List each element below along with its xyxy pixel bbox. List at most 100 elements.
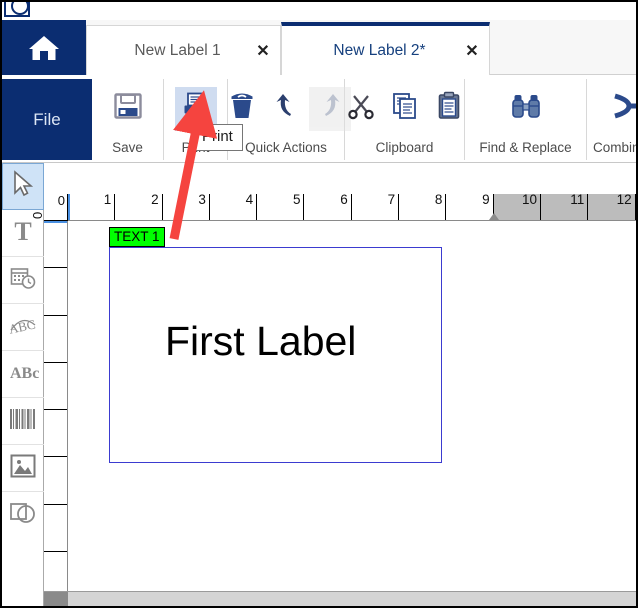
image-tool[interactable] [2, 445, 44, 492]
ribbon-group-label: Save [112, 140, 143, 155]
copy-button[interactable] [384, 87, 426, 131]
ruler-tick-h: 4 [210, 194, 258, 220]
application-window: New Label 1 ✕ New Label 2* ✕ File Save Q… [0, 0, 638, 608]
image-tool-icon [9, 453, 37, 484]
ruler-tick-v: 3 [44, 316, 67, 363]
svg-text:ABC: ABC [8, 316, 37, 336]
find-replace-button[interactable] [505, 87, 547, 131]
ruler-tick-h: 1 [68, 194, 116, 220]
ruler-tick-v: 5 [44, 410, 67, 458]
combine-button[interactable] [607, 87, 636, 131]
ruler-margin-marker[interactable] [488, 213, 499, 220]
cut-button[interactable] [340, 87, 382, 131]
paste-clipboard-icon [436, 91, 462, 126]
ruler-tick-label: 7 [387, 194, 396, 207]
ruler-tick-label: 2 [151, 194, 159, 207]
ruler-tick-v: 1 [44, 221, 67, 269]
ruler-tick-label: 6 [340, 194, 348, 207]
ruler-tick-h: 10 [493, 194, 541, 220]
ruler-origin-corner: 0 0 [30, 193, 68, 221]
ruler-tick-label: 9 [482, 194, 490, 207]
ribbon-group-label: Quick Actions [245, 140, 327, 155]
ruler-tick-h: 8 [399, 194, 447, 220]
ruler-tick-label: 4 [245, 194, 254, 207]
ruler-tick-label: 5 [292, 194, 301, 207]
text-effects-tool[interactable]: ABc [2, 351, 44, 398]
copy-documents-icon [391, 91, 419, 126]
paste-button[interactable] [428, 87, 470, 131]
ribbon-group-find-replace: Find & Replace [465, 79, 587, 160]
ruler-tick-label: 1 [44, 258, 46, 266]
ruler-tick-h: 11 [541, 194, 589, 220]
ruler-tick-label: 11 [570, 194, 585, 207]
barcode-tool[interactable] [2, 398, 44, 445]
close-icon[interactable]: ✕ [455, 41, 489, 61]
horizontal-ruler[interactable]: 1 2 3 4 5 6 7 8 9 10 11 12 [68, 194, 636, 221]
ribbon-group-label: Clipboard [375, 140, 434, 155]
curved-text-tool[interactable]: ABC [2, 304, 44, 351]
ruler-tick-h: 2 [115, 194, 163, 220]
cut-scissors-icon [347, 92, 375, 125]
text-tool-icon: T [10, 217, 36, 250]
svg-text:ABc: ABc [10, 365, 39, 382]
ruler-tick-v: 8 [44, 552, 67, 591]
label-object[interactable]: First Label [109, 247, 442, 463]
ruler-tick-label: 10 [521, 194, 537, 207]
undo-arrow-icon [273, 91, 299, 126]
shapes-tool[interactable] [2, 492, 44, 539]
print-printer-icon [181, 91, 211, 126]
ruler-tick-label: 3 [198, 194, 206, 207]
ruler-tick-label: 3 [44, 352, 46, 360]
ruler-cursor-v [44, 221, 67, 223]
ruler-cursor-h [68, 194, 70, 220]
datetime-tool[interactable] [2, 257, 44, 304]
ruler-tick-label: 6 [44, 494, 46, 502]
vertical-ruler[interactable]: 1 2 3 4 5 6 7 8 [44, 221, 68, 591]
ruler-tick-v: 4 [44, 363, 67, 411]
tab-new-label-2[interactable]: New Label 2* ✕ [281, 22, 490, 75]
file-menu-button[interactable]: File [2, 79, 92, 160]
left-tool-rail: T ABC ABc [2, 163, 44, 606]
ruler-tick-v: 2 [44, 268, 67, 316]
combine-merge-icon [611, 92, 636, 125]
ribbon-group-save: Save [92, 79, 164, 160]
tab-new-label-1[interactable]: New Label 1 ✕ [86, 25, 281, 75]
select-cursor-tool[interactable] [2, 163, 44, 210]
ruler-tick-h: 6 [305, 194, 352, 220]
curved-text-tool-icon: ABC [7, 311, 38, 344]
ruler-tick-h: 3 [163, 194, 210, 220]
datetime-tool-icon [9, 264, 37, 297]
ruler-tick-h: 12 [588, 194, 636, 220]
delete-trash-icon [228, 91, 256, 126]
ruler-origin-v-label: 0 [30, 211, 45, 219]
label-text[interactable]: First Label [165, 318, 356, 365]
ruler-tick-h: 9 [446, 194, 494, 220]
design-canvas[interactable]: First Label TEXT 1 [68, 221, 636, 591]
ribbon-group-clipboard: Clipboard [345, 79, 465, 160]
horizontal-scroll-thumb[interactable] [44, 592, 68, 606]
ruler-tick-label: 1 [103, 194, 112, 207]
object-tag-text-1[interactable]: TEXT 1 [109, 227, 165, 247]
ruler-tick-label: 8 [434, 194, 443, 207]
home-icon [27, 33, 61, 63]
select-cursor-icon [11, 170, 35, 203]
ruler-tick-label: 7 [44, 542, 46, 550]
ruler-tick-v: 6 [44, 458, 67, 505]
barcode-tool-icon [8, 406, 38, 437]
text-effects-tool-icon: ABc [7, 359, 39, 390]
ruler-tick-label: 12 [616, 194, 632, 207]
ruler-tick-v: 7 [44, 505, 67, 553]
ruler-tick-h: 5 [257, 194, 305, 220]
ruler-tick-h: 7 [352, 194, 400, 220]
horizontal-scrollbar[interactable] [44, 591, 636, 606]
tab-label: New Label 1 [134, 41, 221, 59]
close-icon[interactable]: ✕ [246, 41, 280, 61]
ruler-tick-label: 2 [44, 305, 46, 313]
home-button[interactable] [2, 20, 86, 75]
shapes-tool-icon [8, 499, 38, 532]
save-button[interactable] [107, 87, 149, 131]
undo-button[interactable] [265, 87, 307, 131]
tab-label: New Label 2* [333, 41, 426, 59]
ribbon-group-combine: Combine [587, 79, 636, 160]
print-tooltip: Print [192, 124, 243, 151]
